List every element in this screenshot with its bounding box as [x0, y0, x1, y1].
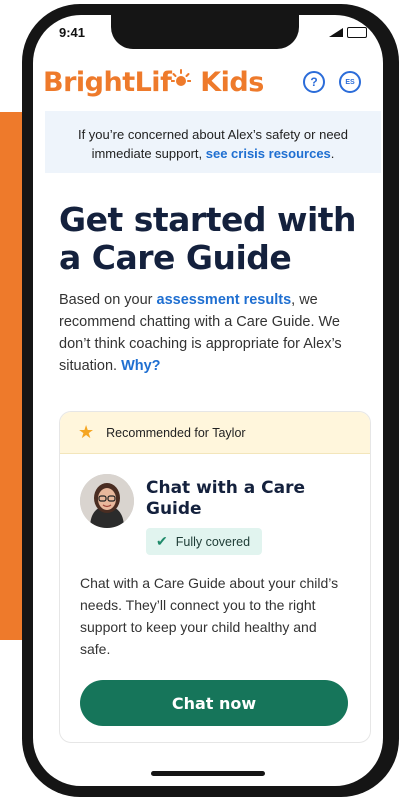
- crisis-suffix: .: [330, 146, 335, 161]
- card-description: Chat with a Care Guide about your child’…: [80, 575, 339, 657]
- phone-frame: 9:41 BrightLif Kids ? ES If you’re conce…: [22, 4, 399, 797]
- coverage-badge: ✔ Fully covered: [146, 528, 263, 555]
- why-link[interactable]: Why?: [121, 358, 160, 374]
- language-label: ES: [345, 78, 355, 86]
- double-check-icon: ✔: [156, 533, 168, 549]
- home-indicator: [151, 771, 265, 776]
- coverage-label: Fully covered: [175, 534, 251, 549]
- status-icons: [329, 27, 367, 38]
- phone-notch: [111, 15, 299, 49]
- language-button[interactable]: ES: [339, 71, 361, 93]
- battery-icon: [347, 27, 367, 38]
- app-header: BrightLif Kids ? ES: [33, 57, 383, 113]
- logo-text-2: Kids: [191, 67, 264, 98]
- signal-icon: [329, 28, 343, 37]
- recommended-label: Recommended for Taylor: [106, 425, 246, 440]
- care-guide-avatar: [80, 474, 134, 528]
- recommended-tag: ★ Recommended for Taylor: [60, 412, 370, 454]
- page-title: Get started with a Care Guide: [59, 200, 357, 277]
- card-title: Chat with a Care Guide: [146, 478, 306, 519]
- phone-screen: 9:41 BrightLif Kids ? ES If you’re conce…: [33, 15, 383, 786]
- care-guide-card: ★ Recommended for Taylor Chat with a Car…: [59, 411, 371, 743]
- brand-logo[interactable]: BrightLif Kids: [43, 67, 264, 98]
- logo-text-1: BrightLif: [43, 67, 172, 98]
- crisis-banner: If you’re concerned about Alex’s safety …: [45, 111, 381, 173]
- help-button[interactable]: ?: [303, 71, 325, 93]
- status-time: 9:41: [59, 25, 86, 40]
- intro-text-before: Based on your: [59, 292, 157, 308]
- intro-paragraph: Based on your assessment results, we rec…: [59, 289, 359, 377]
- star-icon: ★: [78, 422, 95, 442]
- chat-now-button[interactable]: Chat now: [80, 680, 348, 726]
- crisis-resources-link[interactable]: see crisis resources: [206, 146, 331, 161]
- sun-icon: [170, 65, 192, 86]
- question-icon: ?: [310, 75, 318, 89]
- assessment-results-link[interactable]: assessment results: [157, 292, 292, 308]
